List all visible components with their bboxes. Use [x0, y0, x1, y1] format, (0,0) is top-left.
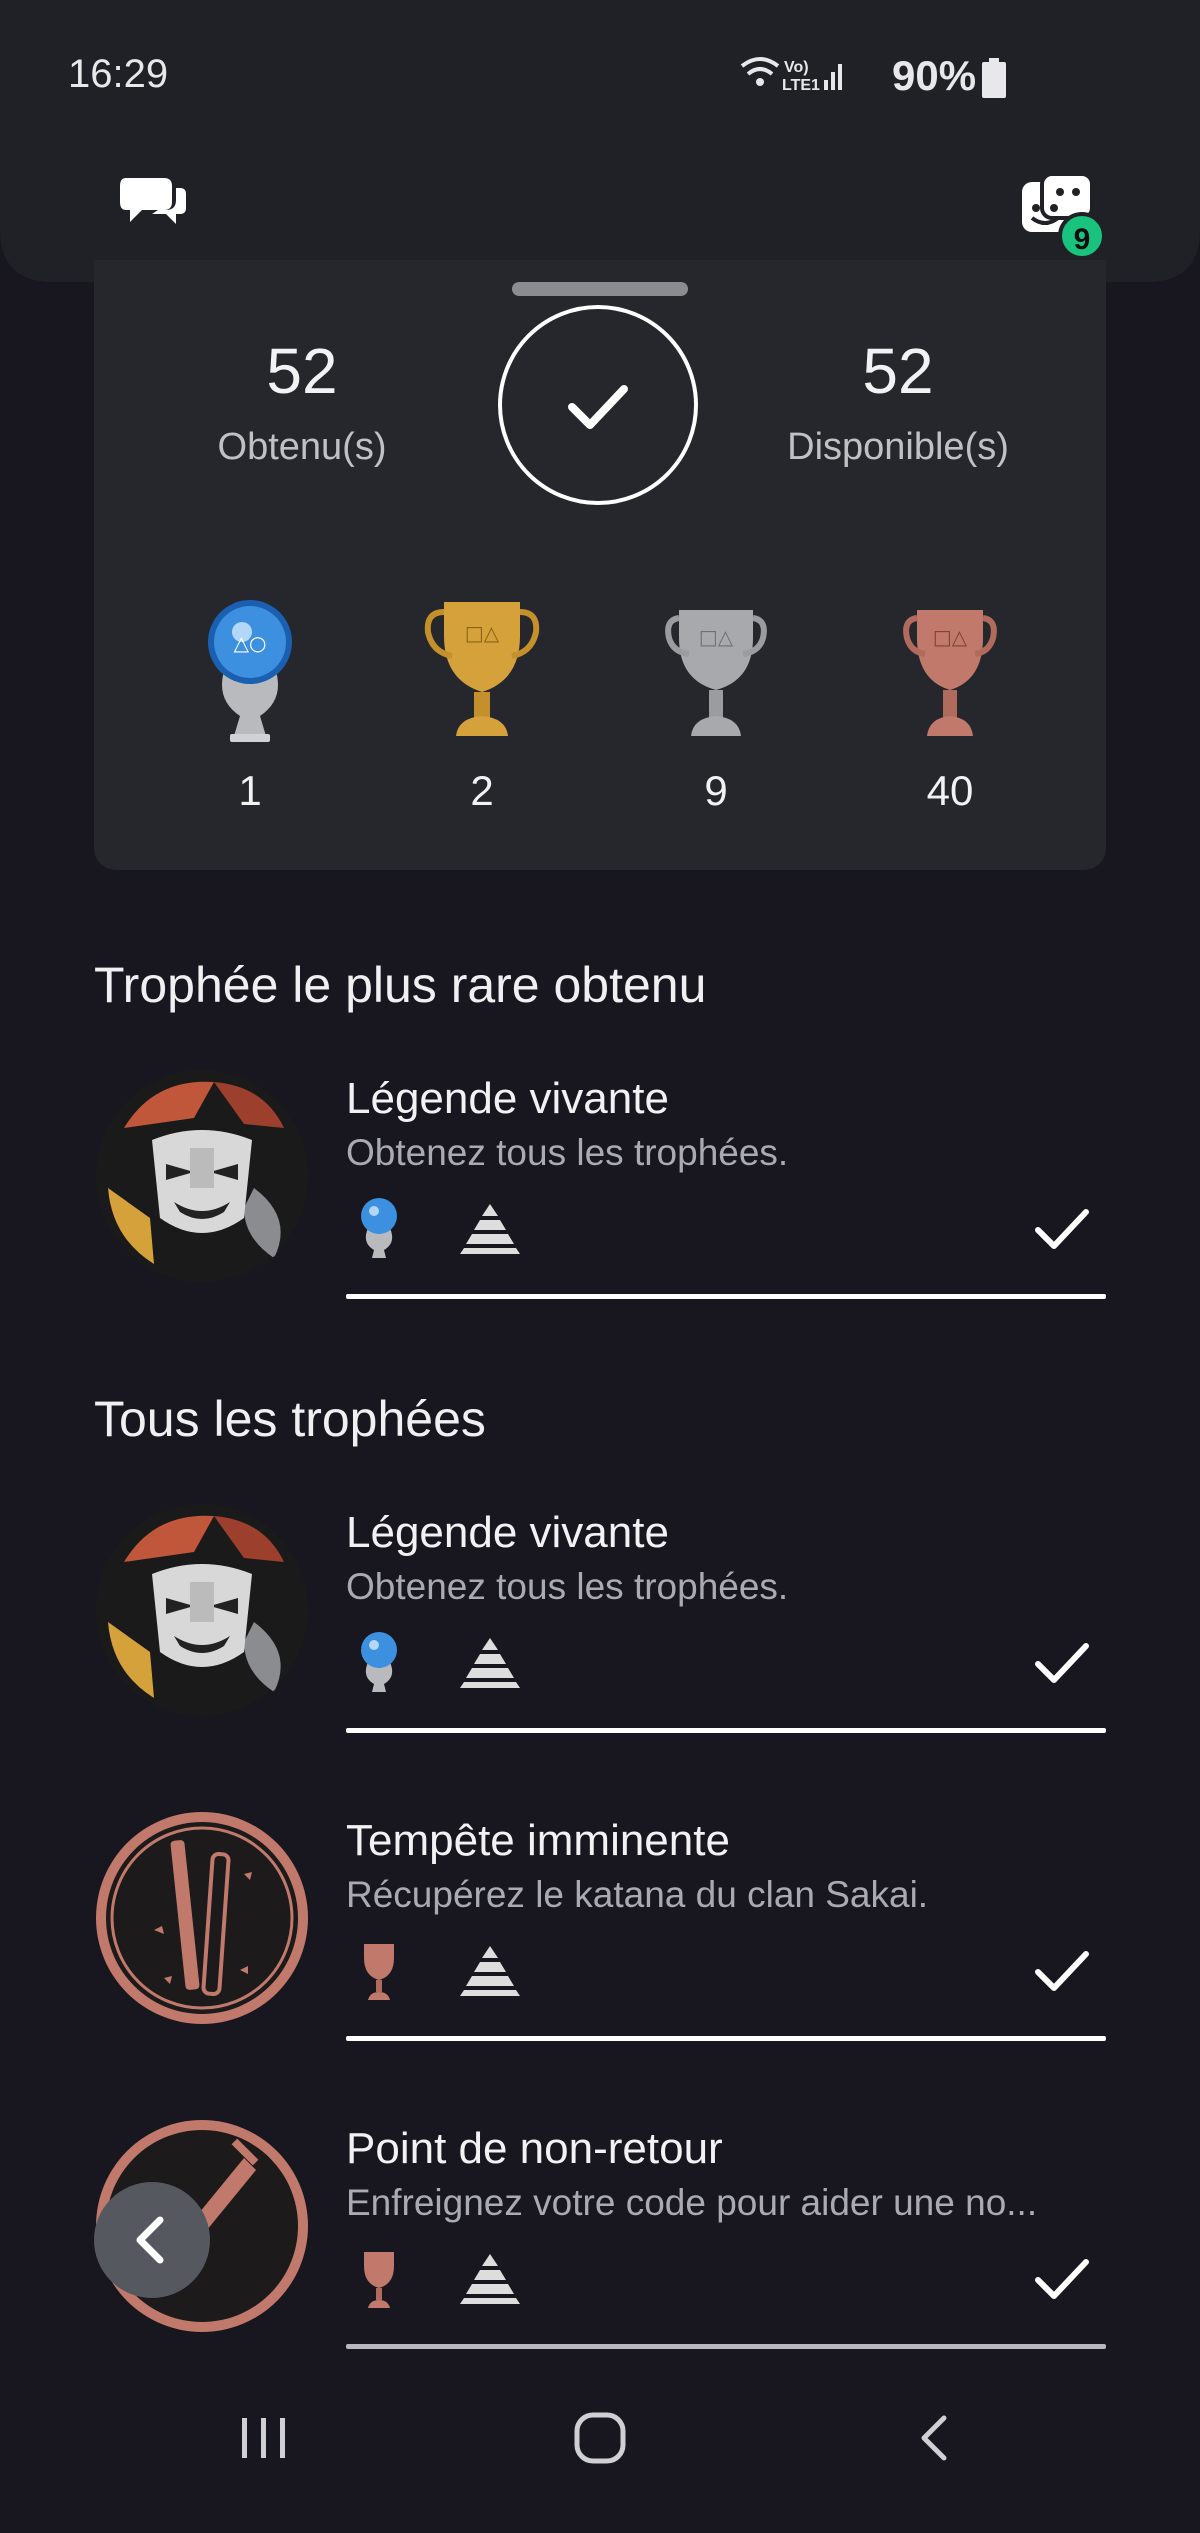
trophy-description: Obtenez tous les trophées. [346, 1566, 789, 1607]
chat-icon [120, 178, 186, 224]
status-bar: 16:29 Vo) LTE1 90% [0, 0, 1200, 150]
all-trophies-section-title: Tous les trophées [94, 1391, 486, 1447]
progress-bar [346, 1728, 1106, 1733]
wifi-signal-icon: Vo) LTE1 [740, 57, 842, 94]
trophy-name: Légende vivante [346, 1074, 669, 1123]
battery-percent: 90% [892, 52, 977, 99]
bronze-trophy-icon [364, 2252, 394, 2308]
rarity-pyramid-icon [460, 1638, 520, 1688]
available-label: Disponible(s) [787, 426, 1009, 468]
gold-trophy-icon: □△ [424, 602, 540, 736]
trophy-description: Enfreignez votre code pour aider une no.… [346, 2182, 1038, 2223]
trophy-description: Obtenez tous les trophées. [346, 1132, 789, 1173]
trophy-name: Point de non-retour [346, 2124, 723, 2173]
bronze-summary: □△ 40 [870, 596, 1030, 815]
battery-icon [982, 58, 1006, 98]
completion-indicator [498, 305, 698, 505]
svg-text:□△: □△ [933, 625, 968, 649]
silver-summary: □△ 9 [636, 596, 796, 815]
platinum-count: 1 [238, 767, 262, 814]
svg-text:□△: □△ [699, 625, 734, 649]
check-icon [1035, 1951, 1089, 1991]
rarity-pyramid-icon [460, 1946, 520, 1996]
platinum-trophy-icon: △○ [208, 600, 292, 742]
svg-text:LTE1: LTE1 [782, 77, 820, 94]
svg-text:□△: □△ [465, 621, 500, 645]
trophy-name: Légende vivante [346, 1508, 669, 1557]
platinum-summary: △○ 1 [170, 596, 330, 815]
trophy-badge-image [94, 1068, 310, 1284]
trophy-badge-image [94, 1502, 310, 1718]
progress-bar [346, 1294, 1106, 1299]
platinum-trophy-icon [361, 1632, 397, 1692]
silver-trophy-icon: □△ [665, 610, 767, 736]
rarest-trophy-item[interactable]: Légende vivante Obtenez tous les trophée… [94, 1068, 1106, 1308]
gold-summary: □△ 2 [402, 596, 562, 815]
status-time: 16:29 [68, 52, 169, 96]
gold-count: 2 [470, 767, 494, 814]
trophy-list-item[interactable]: Point de non-retour Enfreignez votre cod… [94, 2118, 1106, 2358]
silver-count: 9 [704, 767, 728, 814]
back-button[interactable] [94, 2182, 210, 2298]
nav-back-icon[interactable] [906, 2408, 966, 2468]
check-icon [1035, 1209, 1089, 1249]
rarest-section-title: Trophée le plus rare obtenu [94, 957, 707, 1013]
platinum-trophy-icon [361, 1198, 397, 1258]
check-icon [568, 385, 628, 429]
home-icon[interactable] [570, 2408, 630, 2468]
svg-text:Vo): Vo) [784, 59, 809, 76]
trophy-list-item[interactable]: Tempête imminente Récupérez le katana du… [94, 1810, 1106, 2050]
svg-text:△○: △○ [234, 631, 267, 655]
progress-bar [346, 2344, 1106, 2349]
back-arrow-icon [136, 2216, 164, 2264]
bronze-trophy-icon: □△ [903, 610, 997, 736]
earned-count: 52 [266, 335, 338, 407]
check-icon [1035, 2259, 1089, 2299]
progress-bar [346, 2036, 1106, 2041]
trophy-list-item[interactable]: Légende vivante Obtenez tous les trophée… [94, 1502, 1106, 1742]
check-icon [1035, 1643, 1089, 1683]
friends-count-badge: 9 [1058, 212, 1106, 260]
trophy-description: Récupérez le katana du clan Sakai. [346, 1874, 929, 1915]
drag-handle[interactable] [512, 282, 688, 296]
available-count: 52 [862, 335, 934, 407]
bronze-count: 40 [926, 767, 974, 814]
chat-button[interactable] [118, 172, 188, 236]
rarity-pyramid-icon [460, 1204, 520, 1254]
recents-icon[interactable] [234, 2408, 294, 2468]
status-icons: Vo) LTE1 [738, 52, 848, 96]
trophy-badge-image [94, 1810, 310, 2026]
bronze-trophy-icon [364, 1944, 394, 2000]
rarity-pyramid-icon [460, 2254, 520, 2304]
earned-label: Obtenu(s) [217, 426, 387, 468]
system-nav-bar [0, 2368, 1200, 2533]
trophy-name: Tempête imminente [346, 1816, 730, 1865]
